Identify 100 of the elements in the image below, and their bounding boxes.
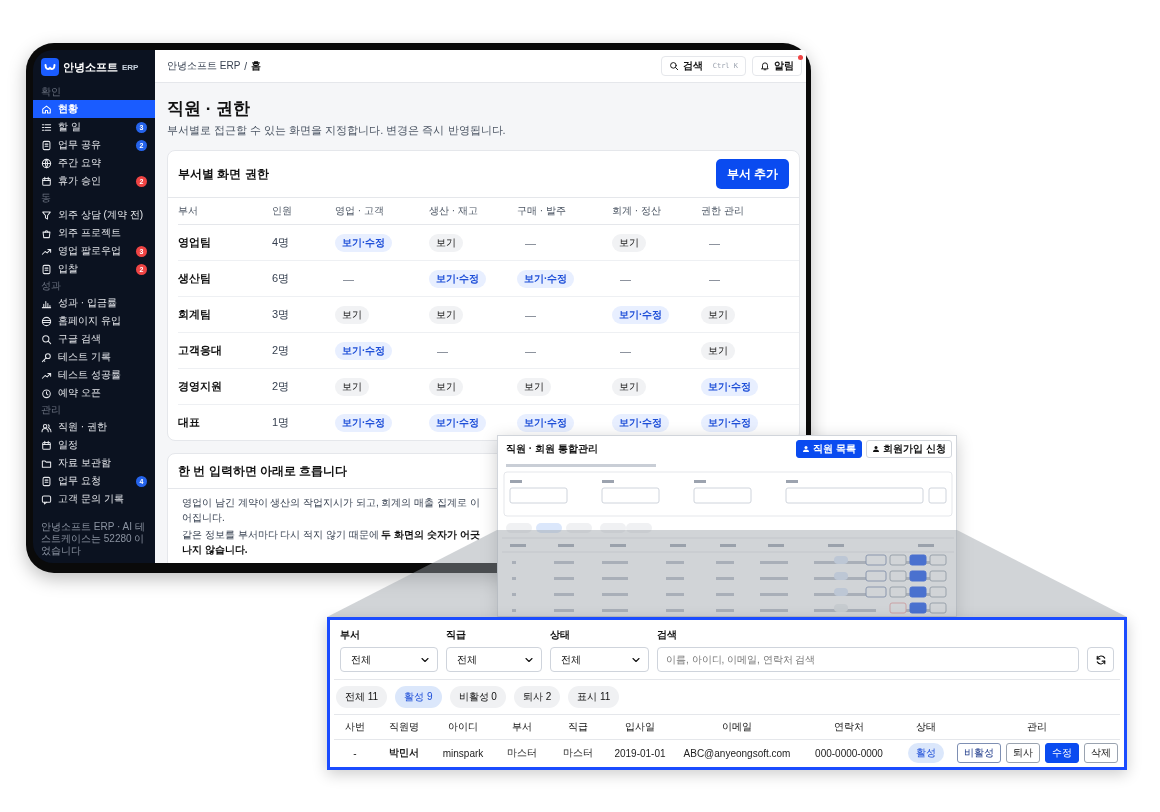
logo-icon [41, 58, 59, 76]
sidebar-item[interactable]: 외주 상담 (계약 전) [33, 206, 155, 224]
section-label: 동 [40, 191, 52, 205]
table-cell: 마스터 [507, 746, 537, 760]
member-count: 4명 [272, 235, 290, 250]
permission-tag: 보기·수정 [517, 413, 575, 432]
row-action-button[interactable]: 비활성 [957, 743, 1001, 763]
user-icon [872, 445, 881, 453]
card-title: 한 번 입력하면 아래로 흐릅니다 [178, 462, 348, 480]
table-cell-text: — [524, 344, 536, 357]
filter-tab[interactable]: 비활성 0 [449, 686, 506, 708]
dropdown[interactable]: 전체 [550, 647, 649, 672]
filter-tab[interactable]: 표시 11 [568, 686, 620, 708]
table-cell: minspark [442, 747, 484, 759]
clock-icon [41, 387, 52, 399]
filter-tab[interactable]: 활성 9 [395, 686, 442, 708]
sidebar-item[interactable]: 고객 문의 기록 [33, 490, 155, 508]
sidebar-item[interactable]: 테스트 기록 [33, 348, 155, 366]
permission-tag: 보기 [335, 305, 369, 324]
column-header: 부서 [178, 204, 198, 218]
brand-name: 안녕소프트 [63, 59, 118, 75]
sidebar-item[interactable]: 직원 · 권한 [33, 418, 155, 436]
section-label: 관리 [40, 403, 62, 417]
key-icon [41, 351, 52, 363]
funnel-icon [41, 209, 52, 221]
sidebar-item[interactable]: 자료 보관함 [33, 454, 155, 472]
document-icon [41, 475, 52, 487]
document-icon [41, 139, 52, 151]
sidebar-item[interactable]: 구글 검색 [33, 330, 155, 348]
permission-tag: 보기 [612, 233, 646, 252]
permission-tag: 보기 [701, 305, 735, 324]
table-cell-text: — [708, 236, 720, 249]
column-header: 사번 [345, 720, 365, 734]
sidebar-item[interactable]: 현황 [33, 100, 155, 118]
home-icon [41, 103, 52, 115]
column-header: 이메일 [722, 720, 752, 734]
row-action-button[interactable]: 삭제 [1084, 743, 1118, 763]
list-icon [41, 121, 52, 133]
department-name: 고객응대 [178, 343, 222, 358]
department-name: 영업팀 [178, 235, 211, 250]
member-count: 2명 [272, 379, 290, 394]
filter-label: 상태 [550, 628, 571, 642]
permission-tag: 보기·수정 [612, 413, 670, 432]
dropdown[interactable]: 전체 [446, 647, 542, 672]
column-header: 직원명 [389, 720, 419, 734]
member-count: 1명 [272, 415, 290, 430]
filter-tab[interactable]: 전체 11 [336, 686, 388, 708]
chat-icon [41, 493, 52, 505]
sidebar-item[interactable]: 테스트 성공률 [33, 366, 155, 384]
column-header: 입사일 [625, 720, 655, 734]
page-subtitle: 부서별로 접근할 수 있는 화면을 지정합니다. 변경은 즉시 반영됩니다. [167, 123, 507, 138]
search-field[interactable]: 이름, 아이디, 이메일, 연락처 검색 [657, 647, 1079, 672]
permission-tag: 보기·수정 [701, 413, 759, 432]
globe-icon [41, 157, 52, 169]
bag-icon [41, 227, 52, 239]
filter-label: 부서 [340, 628, 361, 642]
filter-label: 검색 [657, 628, 678, 642]
card-title: 부서별 화면 권한 [178, 165, 269, 183]
row-action-button[interactable]: 퇴사 [1006, 743, 1040, 763]
calendar-icon [41, 439, 52, 451]
permission-tag: 보기·수정 [429, 413, 487, 432]
permission-tag: 보기·수정 [335, 233, 393, 252]
sidebar-footer-text: 안녕소프트 ERP · AI 테스트케이스는 52280 이었습니다 [40, 521, 146, 557]
refresh-button[interactable] [1087, 647, 1114, 672]
column-header: 구매 · 발주 [517, 204, 566, 218]
search-icon [41, 333, 52, 345]
refresh-icon [1094, 653, 1107, 666]
add-department-button[interactable]: 부서 추가 [715, 159, 789, 189]
toolbar-button[interactable]: 회원가입 신청 [866, 440, 952, 458]
breadcrumb-link[interactable]: 안녕소프트 ERP [167, 59, 241, 73]
department-name: 경영지원 [178, 379, 222, 394]
sidebar-item[interactable]: 일정 [33, 436, 155, 454]
department-name: 대표 [178, 415, 200, 430]
dropdown[interactable]: 전체 [340, 647, 438, 672]
sidebar-item[interactable]: 외주 프로젝트 [33, 224, 155, 242]
table-cell-text: — [342, 272, 354, 285]
sidebar-item[interactable]: 홈페이지 유입 [33, 312, 155, 330]
permission-tag: 보기·수정 [335, 341, 393, 360]
table-cell: 2019-01-01 [614, 747, 666, 759]
status-tag: 활성 [908, 743, 944, 763]
column-header: 권한 관리 [701, 204, 744, 218]
toolbar-button[interactable]: 직원 목록 [796, 440, 863, 458]
member-count: 3명 [272, 307, 290, 322]
people-icon [41, 421, 52, 433]
column-header: 연락처 [834, 720, 864, 734]
column-header: 부서 [512, 720, 532, 734]
user-icon [802, 445, 811, 453]
sidebar-item[interactable]: 성과 · 입금률 [33, 294, 155, 312]
row-action-button[interactable]: 수정 [1045, 743, 1079, 763]
sidebar-item[interactable]: 예약 오픈 [33, 384, 155, 402]
member-count: 6명 [272, 271, 290, 286]
filter-label: 직급 [446, 628, 467, 642]
sidebar-item[interactable]: 주간 요약 [33, 154, 155, 172]
card-paragraph: 영업이 남긴 계약이 생산의 작업지시가 되고, 회계의 매출 집계로 이어집니다. [182, 496, 481, 525]
bell-icon [760, 61, 770, 71]
filter-tab[interactable]: 퇴사 2 [513, 686, 561, 708]
document-icon [41, 263, 52, 275]
column-header: 직급 [568, 720, 588, 734]
notification-button[interactable]: 알림 [752, 56, 802, 76]
permission-tag: 보기 [429, 377, 463, 396]
